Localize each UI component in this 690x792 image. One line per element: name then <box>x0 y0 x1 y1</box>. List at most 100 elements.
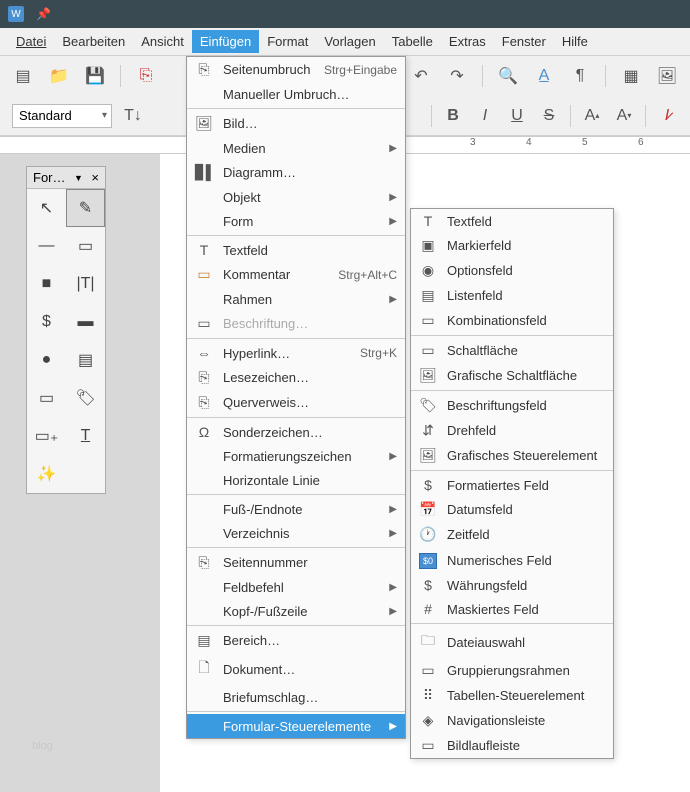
menu-querverweis[interactable]: ⎘Querverweis… <box>187 390 405 415</box>
pilcrow-icon[interactable]: ¶ <box>569 65 591 87</box>
underline-icon[interactable]: U <box>506 105 528 127</box>
bold-icon[interactable]: B <box>442 105 464 127</box>
undo-icon[interactable]: ↶ <box>410 65 432 87</box>
search-icon[interactable]: 🔍 <box>497 65 519 87</box>
menu-fenster[interactable]: Fenster <box>494 30 554 53</box>
menu-kopf-fusszeile[interactable]: Kopf-/Fußzeile▶ <box>187 599 405 623</box>
superscript-icon[interactable]: A▴ <box>581 105 603 127</box>
menu-kommentar[interactable]: ▭KommentarStrg+Alt+C <box>187 262 405 287</box>
menu-textfeld[interactable]: TTextfeld <box>187 238 405 262</box>
redo-icon[interactable]: ↷ <box>446 65 468 87</box>
menu-datei[interactable]: Datei <box>8 30 54 53</box>
menu-seitenumbruch[interactable]: ⎘SeitenumbruchStrg+Eingabe <box>187 57 405 82</box>
option-icon[interactable]: ● <box>27 341 66 379</box>
menu-horizontale-linie[interactable]: Horizontale Linie <box>187 468 405 492</box>
menu-tabelle[interactable]: Tabelle <box>384 30 441 53</box>
submenu-markierfeld[interactable]: ▣Markierfeld <box>411 233 613 258</box>
checkbox-icon[interactable]: ■ <box>27 265 66 303</box>
menu-rahmen[interactable]: Rahmen▶ <box>187 287 405 311</box>
submenu-gruppierungsrahmen[interactable]: ▭Gruppierungsrahmen <box>411 658 613 683</box>
menu-extras[interactable]: Extras <box>441 30 494 53</box>
menu-ansicht[interactable]: Ansicht <box>133 30 192 53</box>
submenu-optionsfeld[interactable]: ◉Optionsfeld <box>411 258 613 283</box>
menu-formatierungszeichen[interactable]: Formatierungszeichen▶ <box>187 444 405 468</box>
submenu-textfeld[interactable]: TTextfeld <box>411 209 613 233</box>
subscript-icon[interactable]: A▾ <box>613 105 635 127</box>
wizard-icon[interactable]: ✨ <box>27 455 66 493</box>
select-tool-icon[interactable]: ↖ <box>27 189 66 227</box>
submenu-drehfeld[interactable]: ⇵Drehfeld <box>411 418 613 443</box>
menu-bereich[interactable]: ▤Bereich… <box>187 628 405 653</box>
menu-briefumschlag[interactable]: Briefumschlag… <box>187 685 405 709</box>
italic-icon[interactable]: I <box>474 105 496 127</box>
tag-icon[interactable]: 🏷 <box>66 379 105 417</box>
image-icon[interactable]: 🖼 <box>656 65 678 87</box>
submenu-numerisches-feld[interactable]: $0Numerisches Feld <box>411 547 613 573</box>
submenu-schaltflaeche[interactable]: ▭Schaltfläche <box>411 338 613 363</box>
text-box-icon[interactable]: ▭ <box>66 227 105 265</box>
submenu-grafische-schaltflaeche[interactable]: 🖼Grafische Schaltfläche <box>411 363 613 388</box>
menu-vorlagen[interactable]: Vorlagen <box>316 30 383 53</box>
separator <box>187 547 405 548</box>
separator <box>187 711 405 712</box>
checkbox-icon: ▣ <box>419 237 437 254</box>
currency-icon[interactable]: $ <box>27 303 66 341</box>
menu-lesezeichen[interactable]: ⎘Lesezeichen… <box>187 365 405 390</box>
design-mode-icon[interactable]: ✎ <box>66 189 105 227</box>
menu-hilfe[interactable]: Hilfe <box>554 30 596 53</box>
submenu-dateiauswahl[interactable]: 🗀Dateiauswahl <box>411 626 613 658</box>
submenu-zeitfeld[interactable]: 🕐Zeitfeld <box>411 522 613 547</box>
menu-feldbefehl[interactable]: Feldbefehl▶ <box>187 575 405 599</box>
menu-verzeichnis[interactable]: Verzeichnis▶ <box>187 521 405 545</box>
pin-icon[interactable]: 📌 <box>36 7 51 21</box>
menu-form[interactable]: Form▶ <box>187 209 405 233</box>
submenu-beschriftungsfeld[interactable]: 🏷Beschriftungsfeld <box>411 393 613 418</box>
menu-einfuegen[interactable]: Einfügen <box>192 30 259 53</box>
submenu-kombinationsfeld[interactable]: ▭Kombinationsfeld <box>411 308 613 333</box>
save-icon[interactable]: 💾 <box>84 65 106 87</box>
menu-objekt[interactable]: Objekt▶ <box>187 185 405 209</box>
menu-hyperlink[interactable]: ⇔Hyperlink…Strg+K <box>187 341 405 365</box>
menu-sonderzeichen[interactable]: ΩSonderzeichen… <box>187 420 405 444</box>
close-icon[interactable]: × <box>91 170 99 185</box>
image-button-icon[interactable]: T̲ <box>66 417 105 455</box>
update-style-icon[interactable]: T↓ <box>122 105 144 127</box>
menu-fuss-endnote[interactable]: Fuß-/Endnote▶ <box>187 497 405 521</box>
menu-medien[interactable]: Medien▶ <box>187 136 405 160</box>
submenu-navigationsleiste[interactable]: ◈Navigationsleiste <box>411 708 613 733</box>
new-doc-icon[interactable]: ▤ <box>12 65 34 87</box>
menu-dokument[interactable]: 🗋Dokument… <box>187 653 405 685</box>
menu-manueller-umbruch[interactable]: Manueller Umbruch… <box>187 82 405 106</box>
panel-titlebar[interactable]: For… ▼ × <box>27 167 105 189</box>
menu-formular-steuerelemente[interactable]: Formular-Steuerelemente▶ <box>187 714 405 738</box>
panel-menu-icon[interactable]: ▼ <box>74 173 83 183</box>
submenu-datumsfeld[interactable]: 📅Datumsfeld <box>411 497 613 522</box>
submenu-waehrungsfeld[interactable]: $Währungsfeld <box>411 573 613 597</box>
menu-format[interactable]: Format <box>259 30 316 53</box>
strikethrough-icon[interactable]: S <box>538 105 560 127</box>
submenu-grafisches-steuerelement[interactable]: 🖼Grafisches Steuerelement <box>411 443 613 468</box>
list-box-icon[interactable]: ▤ <box>66 341 105 379</box>
menu-bild[interactable]: 🖼Bild… <box>187 111 405 136</box>
push-button-icon[interactable]: ▭₊ <box>27 417 66 455</box>
table-icon[interactable]: ▦ <box>620 65 642 87</box>
submenu-maskiertes-feld[interactable]: #Maskiertes Feld <box>411 597 613 621</box>
combo-box-icon[interactable]: ▭ <box>27 379 66 417</box>
formatted-icon[interactable]: ▬ <box>66 303 105 341</box>
control-1-icon[interactable]: — <box>27 227 66 265</box>
submenu-arrow-icon: ▶ <box>389 192 397 203</box>
submenu-formatiertes-feld[interactable]: $Formatiertes Feld <box>411 473 613 497</box>
pdf-icon[interactable]: ⎘ <box>135 65 157 87</box>
submenu-bildlaufleiste[interactable]: ▭Bildlaufleiste <box>411 733 613 758</box>
submenu-tabellen-steuerelement[interactable]: ⠿Tabellen-Steuerelement <box>411 683 613 708</box>
label-field-icon[interactable]: |T| <box>66 265 105 303</box>
clear-format-icon[interactable]: I̷ <box>656 105 678 127</box>
separator <box>605 65 606 87</box>
open-icon[interactable]: 📁 <box>48 65 70 87</box>
menu-diagramm[interactable]: ▊▌Diagramm… <box>187 160 405 185</box>
menu-bearbeiten[interactable]: Bearbeiten <box>54 30 133 53</box>
spellcheck-icon[interactable]: A̲ <box>533 65 555 87</box>
paragraph-style-combo[interactable]: Standard <box>12 104 112 128</box>
submenu-listenfeld[interactable]: ▤Listenfeld <box>411 283 613 308</box>
menu-seitennummer[interactable]: ⎘Seitennummer <box>187 550 405 575</box>
